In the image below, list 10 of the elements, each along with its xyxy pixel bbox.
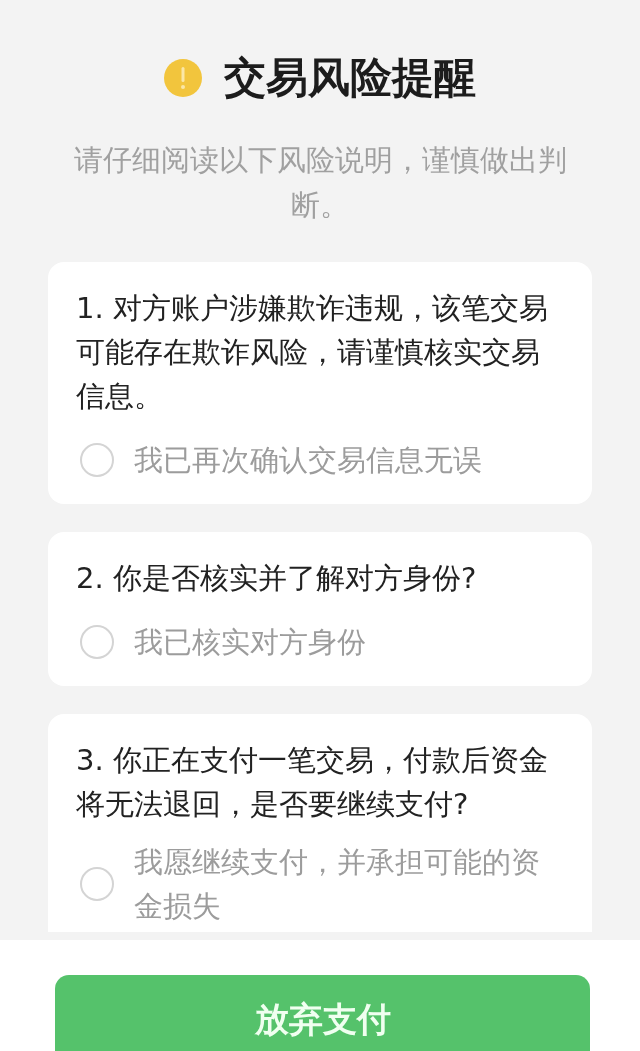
dialog-title: 交易风险提醒 <box>224 52 476 104</box>
question-text: 1. 对方账户涉嫌欺诈违规，该笔交易可能存在欺诈风险，请谨慎核实交易信息。 <box>76 290 549 415</box>
question-text: 3. 你正在支付一笔交易，付款后资金将无法退回，是否要继续支付? <box>76 742 549 823</box>
option-label[interactable]: 我已核实对方身份 <box>134 620 366 664</box>
option-label[interactable]: 我已再次确认交易信息无误 <box>134 438 482 482</box>
exclamation-icon <box>164 59 202 97</box>
question-text: 2. 你是否核实并了解对方身份? <box>76 560 478 597</box>
abandon-payment-button[interactable]: 放弃支付 <box>55 975 590 1051</box>
option-label[interactable]: 我愿继续支付，并承担可能的资金损失 <box>134 840 564 928</box>
dialog-subtitle: 请仔细阅读以下风险说明，谨慎做出判断。 <box>72 142 568 224</box>
